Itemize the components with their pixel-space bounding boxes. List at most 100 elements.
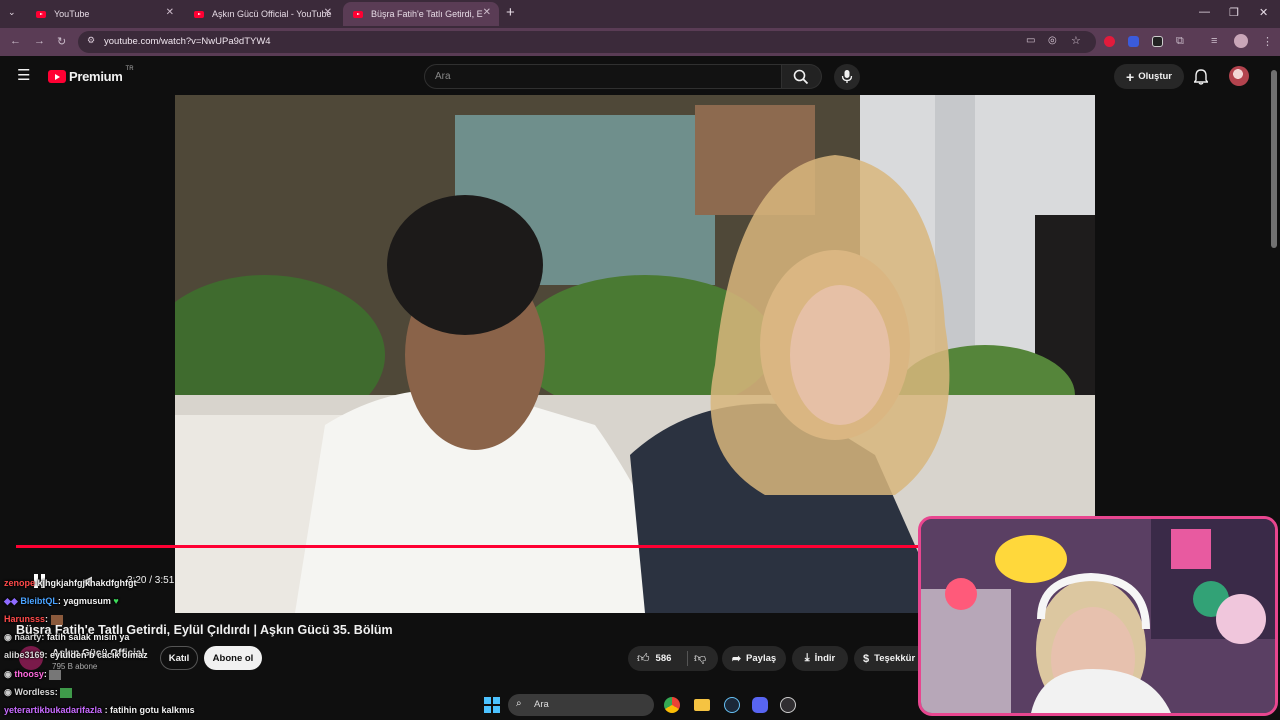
notifications-bell-icon[interactable] [1194, 69, 1208, 85]
taskbar-search-placeholder: Ara [534, 699, 549, 710]
chat-text: : fatihin gotu kalkmıs [104, 705, 195, 715]
bookmark-star-icon[interactable]: ☆ [1071, 34, 1081, 47]
close-tab-icon[interactable]: ✕ [483, 7, 491, 18]
chrome-icon[interactable] [664, 697, 680, 713]
chat-text: kjhgkjahfgjkhakdfghfgt [37, 578, 137, 588]
webcam-overlay [918, 516, 1278, 716]
chat-badge-icon: ◉ [4, 669, 12, 679]
windows-logo-icon [484, 697, 491, 704]
emote-icon [49, 669, 62, 680]
youtube-play-logo-icon [48, 70, 66, 83]
chat-text: : yagmusum [57, 596, 111, 606]
chat-user: Wordless [14, 687, 55, 697]
browser-toolbar: ← → ↻ ⚙ youtube.com/watch?v=NwUPa9dTYW4 … [0, 28, 1280, 56]
taskbar: ⌕ Ara [430, 691, 810, 719]
plus-icon: + [1126, 68, 1135, 85]
search-button[interactable] [782, 64, 822, 89]
chat-text: : [45, 614, 49, 624]
youtube-favicon-icon [353, 10, 363, 18]
taskbar-search[interactable]: ⌕ Ara [508, 694, 654, 716]
download-button[interactable]: ⤓ İndir [792, 646, 848, 671]
tab-current-video[interactable]: Büşra Fatih'e Tatlı Getirdi, E ✕ [343, 2, 499, 26]
chat-message: ◉ thoosy: [4, 669, 62, 680]
chat-badge-icon: ◉ [4, 632, 12, 642]
search-icon: ⌕ [516, 698, 522, 709]
youtube-premium-logo[interactable]: Premium TR [48, 65, 134, 84]
like-dislike-group: 👍︎ 586 👎︎ [628, 646, 718, 671]
youtube-header: ☰ Premium TR Ara + Oluştur [0, 56, 1280, 96]
microphone-icon [841, 70, 853, 83]
extensions-puzzle-icon[interactable]: ⧉ [1176, 35, 1184, 48]
extension-shield-icon[interactable] [1152, 36, 1163, 47]
account-avatar[interactable] [1229, 66, 1249, 86]
chat-user: yeterartikbukadarifazla [4, 705, 103, 715]
maximize-icon[interactable]: ❐ [1229, 6, 1239, 19]
chat-text: : eylülden b cacık olmaz [44, 650, 148, 660]
chat-user: naarty [14, 632, 42, 642]
voice-search-button[interactable] [834, 64, 860, 90]
chat-message: zenope kjhgkjahfgjkhakdfghfgt [4, 578, 137, 588]
region-code: TR [125, 65, 134, 72]
hamburger-menu-icon[interactable]: ☰ [17, 68, 30, 83]
video-progress-bar[interactable] [16, 545, 918, 548]
like-count: 586 [655, 653, 672, 664]
chat-user: Harunsss [4, 614, 46, 624]
thumbs-up-icon: 👍︎ [637, 651, 650, 665]
tab-title: Büşra Fatih'e Tatlı Getirdi, E [371, 9, 483, 19]
obs-icon[interactable] [780, 697, 796, 713]
like-button[interactable]: 👍︎ 586 [628, 646, 688, 671]
tab-askin-gucu[interactable]: Aşkın Gücü Official - YouTube ✕ [184, 2, 340, 26]
address-bar[interactable]: ⚙ youtube.com/watch?v=NwUPa9dTYW4 ▭ ◎ ☆ [78, 31, 1096, 53]
tab-youtube[interactable]: YouTube ✕ [26, 2, 182, 26]
start-button[interactable] [484, 697, 500, 713]
tab-title: Aşkın Gücü Official - YouTube [212, 9, 332, 19]
share-icon: ➦ [731, 653, 742, 665]
join-button[interactable]: Katıl [160, 646, 198, 670]
new-tab-icon[interactable]: + [506, 4, 515, 21]
download-label: İndir [814, 653, 836, 664]
discord-icon[interactable] [752, 697, 768, 713]
browser-tab-strip: ⌄ YouTube ✕ Aşkın Gücü Official - YouTub… [0, 0, 1280, 28]
tab-list-chevron-icon[interactable]: ⌄ [8, 7, 16, 18]
green-heart-icon: ♥ [113, 596, 119, 606]
close-tab-icon[interactable]: ✕ [166, 7, 174, 18]
steam-icon[interactable] [724, 697, 740, 713]
download-icon: ⤓ [804, 652, 810, 664]
close-window-icon[interactable]: ✕ [1259, 6, 1268, 19]
chat-message: ◆◆ BleibtQL: yagmusum ♥ [4, 596, 119, 607]
join-label: Katıl [168, 652, 190, 664]
extension-audio-icon[interactable] [1128, 36, 1139, 47]
site-info-icon[interactable]: ⚙ [87, 35, 95, 46]
file-explorer-icon[interactable] [694, 699, 710, 711]
reload-icon[interactable]: ↻ [57, 35, 66, 48]
back-icon[interactable]: ← [10, 35, 21, 47]
emote-icon [50, 614, 63, 625]
create-button[interactable]: + Oluştur [1114, 64, 1184, 89]
chat-message: Harunsss: [4, 614, 63, 625]
close-tab-icon[interactable]: ✕ [324, 7, 332, 18]
youtube-favicon-icon [36, 10, 46, 18]
chat-user: zenope [4, 578, 36, 588]
thanks-button[interactable]: $ Teşekkür [854, 646, 920, 671]
chat-text: : [54, 687, 58, 697]
browser-menu-icon[interactable]: ⋮ [1262, 35, 1273, 48]
hidden-eye-icon[interactable]: ◎ [1048, 35, 1057, 46]
extension-red-icon[interactable] [1104, 36, 1115, 47]
profile-avatar[interactable] [1234, 34, 1248, 48]
chat-user: BleibtQL [20, 596, 58, 606]
chat-user: thoosy [14, 669, 44, 679]
minimize-icon[interactable]: — [1199, 6, 1210, 18]
search-input[interactable]: Ara [424, 64, 782, 89]
page-scrollbar[interactable] [1271, 70, 1277, 248]
subscribe-button[interactable]: Abone ol [204, 646, 262, 670]
reading-list-icon[interactable]: ≡ [1211, 35, 1217, 47]
chat-message: ◉ naarty: fatih salak mısın ya [4, 632, 129, 643]
chat-user: alibe3169 [4, 650, 45, 660]
share-button[interactable]: ➦ Paylaş [722, 646, 786, 671]
dislike-button[interactable]: 👎︎ [694, 651, 706, 666]
thanks-label: Teşekkür [874, 653, 916, 664]
forward-icon[interactable]: → [34, 35, 45, 47]
create-label: Oluştur [1138, 71, 1172, 82]
install-app-icon[interactable]: ▭ [1026, 35, 1035, 46]
share-label: Paylaş [746, 653, 777, 664]
